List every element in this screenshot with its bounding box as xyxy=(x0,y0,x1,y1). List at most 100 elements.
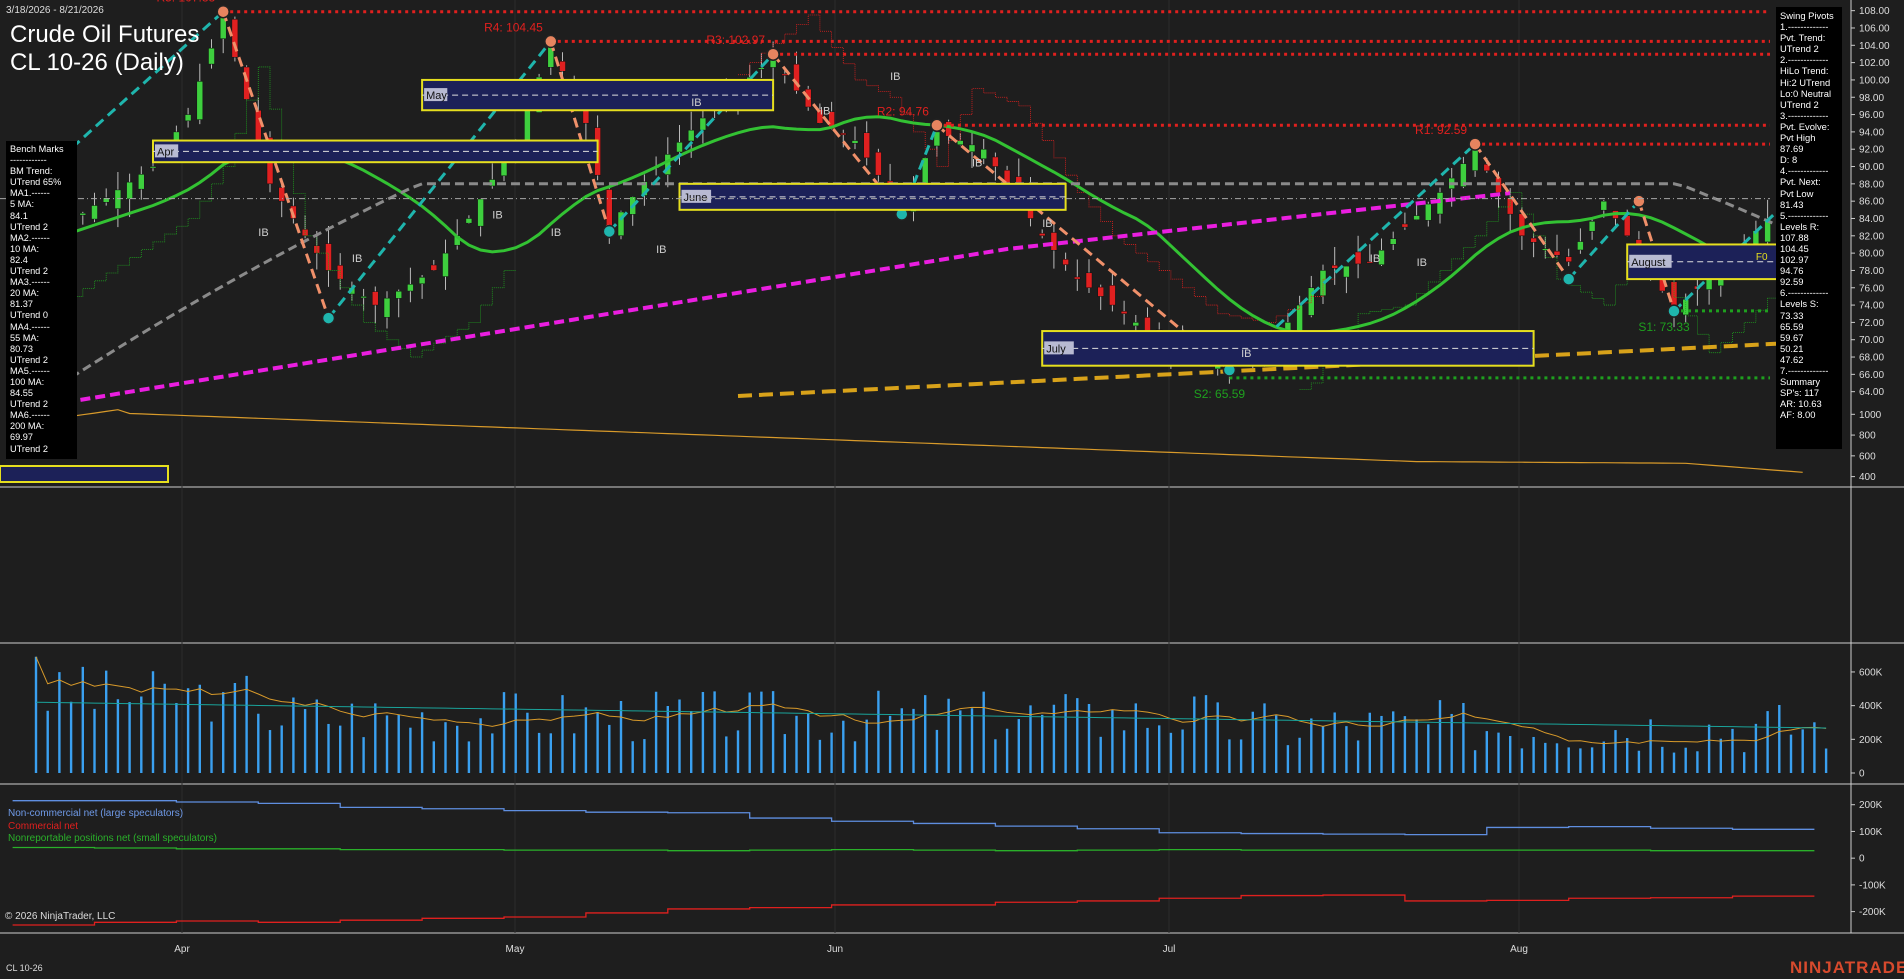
bench-marks-line: MA6.------ xyxy=(10,410,50,421)
instrument-name: Crude Oil Futures xyxy=(10,21,200,48)
y-tick-label: 600 xyxy=(1859,451,1876,462)
candle-body xyxy=(1144,317,1151,332)
ma-55-line xyxy=(35,182,1827,402)
y-tick-label: 72.00 xyxy=(1859,318,1884,329)
swing-pivots-line: AR: 10.63 xyxy=(1780,398,1822,410)
candle-body xyxy=(407,284,414,292)
inside-bar-marker: IB xyxy=(258,227,268,239)
candle-body xyxy=(372,291,379,306)
swing-pivots-line: 4.------------- xyxy=(1780,165,1829,177)
pivot-low-marker xyxy=(321,311,336,325)
swing-pivots-line: Levels R: xyxy=(1780,220,1820,232)
swing-pivots-line: AF: 8.00 xyxy=(1780,409,1816,421)
candle-body xyxy=(126,181,133,200)
bench-marks-line: 10 MA: xyxy=(10,243,40,254)
y-tick-label: 70.00 xyxy=(1859,335,1884,346)
swing-pivots-line: 65.59 xyxy=(1780,320,1804,332)
candle-body xyxy=(1132,322,1140,327)
inside-bar-marker: IB xyxy=(691,97,701,109)
candle-body xyxy=(1109,285,1116,306)
candle-body xyxy=(255,110,262,142)
bench-marks-line: ------------ xyxy=(10,155,47,166)
y-tick-label: 106.00 xyxy=(1859,23,1890,34)
bench-marks-line: MA1.------ xyxy=(10,188,50,199)
y-tick-label: 94.00 xyxy=(1859,127,1884,138)
swing-pivots-line: HiLo Trend: xyxy=(1780,65,1829,77)
y-tick-label: 96.00 xyxy=(1859,110,1884,121)
y-tick-label: 92.00 xyxy=(1859,145,1884,156)
bench-marks-line: MA2.------ xyxy=(10,232,50,243)
noncommercial-line xyxy=(12,800,1815,836)
y-tick-label: 200K xyxy=(1859,800,1883,811)
resistance-label: R3: 102.97 xyxy=(706,33,765,47)
y-tick-label: 400 xyxy=(1859,472,1876,483)
bench-marks-line: UTrend 65% xyxy=(10,177,62,188)
swing-pivots-line: Pvt. Next: xyxy=(1780,176,1821,188)
bench-marks-line: 84.55 xyxy=(10,388,33,399)
candle-body xyxy=(418,277,426,285)
monthly-box-label: Apr xyxy=(157,146,174,158)
x-tick-label: Aug xyxy=(1510,944,1528,955)
candle-body xyxy=(1530,237,1537,243)
candle-body xyxy=(1038,233,1046,237)
date-range: 3/18/2026 - 8/21/2026 xyxy=(6,5,104,16)
inside-bar-marker: IB xyxy=(820,106,830,118)
swing-pivots-line: Pvt. Trend: xyxy=(1780,32,1826,44)
y-tick-label: 74.00 xyxy=(1859,301,1884,312)
candle-body xyxy=(1553,250,1561,256)
monthly-box-label: August xyxy=(1631,257,1665,269)
resistance-label: R4: 104.45 xyxy=(484,20,543,34)
swing-pivots-line: 3.------------- xyxy=(1780,109,1829,121)
candle-body xyxy=(477,198,484,227)
candle-body xyxy=(278,187,285,202)
y-tick-label: 76.00 xyxy=(1859,283,1884,294)
swing-pivots-line: D: 8 xyxy=(1780,154,1798,166)
swing-pivots-line: Pvt Low xyxy=(1780,187,1814,199)
candle-body xyxy=(875,151,882,176)
candle-body xyxy=(1577,241,1584,251)
candle-body xyxy=(1705,278,1713,290)
f0-marker: F0 xyxy=(1756,252,1768,263)
bench-marks-line: 84.1 xyxy=(10,210,28,221)
pivot-high-marker xyxy=(216,4,230,19)
bench-marks-line: 81.37 xyxy=(10,299,33,310)
bench-marks-line: UTrend 2 xyxy=(10,221,48,232)
inside-bar-marker: IB xyxy=(1370,253,1380,265)
candle-body xyxy=(138,174,145,190)
y-tick-label: 400K xyxy=(1859,701,1883,712)
candle-body xyxy=(1623,215,1631,237)
swing-line xyxy=(1473,143,1570,280)
inside-bar-marker: IB xyxy=(492,209,502,221)
inside-bar-marker: IB xyxy=(656,244,666,256)
candle-body xyxy=(676,142,683,153)
bench-marks-line: 5 MA: xyxy=(10,199,34,210)
swing-pivots-line: Lo:0 Neutral xyxy=(1780,87,1832,99)
y-tick-label: 80.00 xyxy=(1859,249,1884,260)
y-tick-label: 1000 xyxy=(1859,410,1882,421)
candle-body xyxy=(114,189,122,209)
candle-body xyxy=(395,290,402,299)
x-tick-label: Jun xyxy=(827,944,843,955)
inside-bar-marker: IB xyxy=(352,253,362,265)
y-tick-label: 68.00 xyxy=(1859,353,1884,364)
swing-pivots-line: 104.45 xyxy=(1780,242,1809,254)
swing-pivots-line: Summary xyxy=(1780,376,1821,388)
pivot-high-marker xyxy=(1632,194,1646,208)
bench-marks-line: UTrend 0 xyxy=(10,310,48,321)
candle-body xyxy=(1565,256,1572,263)
candle-body xyxy=(149,166,157,169)
candle-body xyxy=(1085,272,1093,289)
candle-body xyxy=(196,81,204,120)
support-label: S2: 65.59 xyxy=(1194,387,1246,401)
bench-marks-line: 100 MA: xyxy=(10,376,45,387)
swing-line xyxy=(221,11,330,319)
y-tick-label: -100K xyxy=(1859,880,1886,891)
inside-bar-marker: IB xyxy=(1042,218,1052,230)
candle-body xyxy=(840,132,847,136)
bench-marks-panel: Bench Marks ------------ BM Trend: UTrend 6… xyxy=(6,141,77,459)
swing-pivots-line: 50.21 xyxy=(1780,342,1804,354)
swing-pivots-line: Pvt High xyxy=(1780,132,1816,144)
legend-nonreportable: Nonreportable positions net (small specu… xyxy=(8,833,217,844)
price-chart[interactable]: Apr May Jun Jul Aug 64.00 66.00 68.00 70.00 72.00… xyxy=(0,0,1904,979)
resistance-label: R2: 94.76 xyxy=(877,104,929,118)
